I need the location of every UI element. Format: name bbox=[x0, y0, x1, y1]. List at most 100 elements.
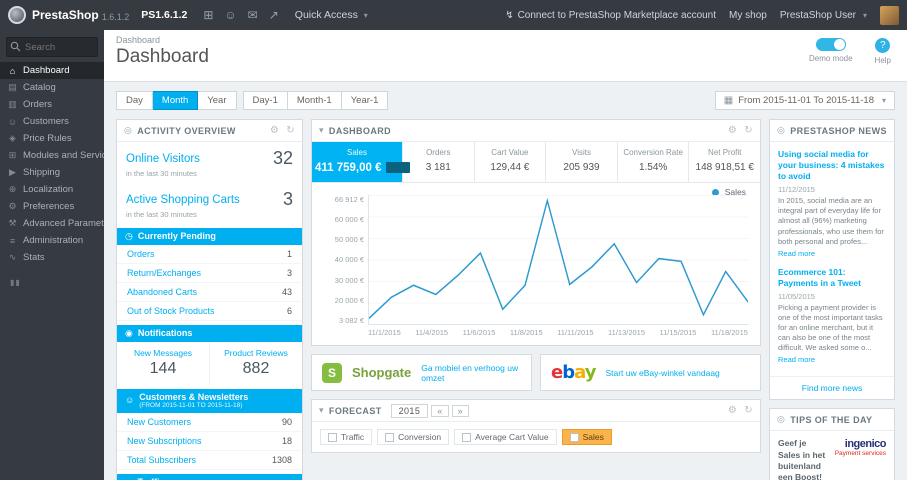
sidebar-item-preferences[interactable]: ⚙ Preferences bbox=[0, 198, 104, 215]
my-shop-link[interactable]: My shop bbox=[729, 10, 767, 21]
sidebar-item-label: Localization bbox=[23, 184, 74, 195]
article-title-link[interactable]: Using social media for your business: 4 … bbox=[778, 149, 886, 182]
shop-name-link[interactable]: PS1.6.1.2 bbox=[141, 9, 187, 21]
gear-icon[interactable]: ⚙ bbox=[728, 125, 737, 136]
help-icon[interactable]: ? bbox=[875, 38, 891, 53]
date-filter-bar: Day Month Year Day-1 Month-1 Year-1 ▦ Fr… bbox=[104, 82, 907, 117]
forecast-legend-label: Conversion bbox=[398, 432, 442, 442]
filter-day-1-button[interactable]: Day-1 bbox=[242, 91, 288, 110]
online-visitors-link[interactable]: Online Visitors bbox=[126, 153, 200, 165]
next-year-button[interactable]: » bbox=[451, 404, 470, 417]
forecast-legend-label: Average Cart Value bbox=[475, 432, 549, 442]
filter-month-button[interactable]: Month bbox=[152, 91, 199, 110]
pending-returns-link[interactable]: Return/Exchanges bbox=[127, 268, 201, 278]
kpi-net-profit-tab[interactable]: Net Profit 148 918,51 € bbox=[689, 142, 760, 182]
y-tick: 20 000 € bbox=[334, 295, 364, 305]
total-subscribers-link[interactable]: Total Subscribers bbox=[127, 455, 196, 465]
refresh-icon[interactable]: ↻ bbox=[286, 125, 295, 136]
new-customers-link[interactable]: New Customers bbox=[127, 417, 191, 427]
news-article: Ecommerce 101: Payments in a Tweet 11/05… bbox=[778, 267, 886, 365]
ingenico-brand: ingenico bbox=[844, 438, 887, 451]
product-reviews-cell[interactable]: Product Reviews 882 bbox=[209, 341, 302, 385]
customers-newsletters-title: Customers & Newsletters (FROM 2015-11-01… bbox=[139, 392, 248, 411]
quick-access-menu[interactable]: Quick Access ▾ bbox=[295, 9, 368, 21]
new-messages-cell[interactable]: New Messages 144 bbox=[117, 342, 209, 385]
price-rules-icon: ◈ bbox=[9, 133, 16, 143]
sidebar-item-label: Catalog bbox=[23, 82, 56, 93]
advanced-parameters-icon: ⚒ bbox=[8, 218, 17, 228]
avatar[interactable] bbox=[880, 5, 899, 25]
sidebar-item-localization[interactable]: ⊕ Localization bbox=[0, 181, 104, 198]
forecast-avg-cart-toggle[interactable]: Average Cart Value bbox=[454, 429, 557, 445]
kpi-sales-tab[interactable]: Sales 411 759,00 € bbox=[312, 142, 410, 182]
filter-year-1-button[interactable]: Year-1 bbox=[341, 91, 389, 110]
sidebar-item-dashboard[interactable]: ⌂ Dashboard bbox=[0, 62, 104, 79]
previous-year-button[interactable]: « bbox=[431, 404, 449, 417]
forecast-sales-toggle[interactable]: Sales bbox=[561, 429, 612, 445]
refresh-icon[interactable]: ↻ bbox=[744, 405, 753, 416]
kpi-value: 1.54% bbox=[638, 162, 668, 173]
find-more-news-link[interactable]: Find more news bbox=[770, 376, 894, 399]
sidebar-item-shipping[interactable]: ▶ Shipping bbox=[0, 164, 104, 181]
gear-icon[interactable]: ⚙ bbox=[728, 405, 737, 416]
sidebar-item-price-rules[interactable]: ◈ Price Rules bbox=[0, 130, 104, 147]
kpi-visits-tab[interactable]: Visits 205 939 bbox=[546, 142, 618, 182]
forecast-year-select[interactable]: 2015 bbox=[390, 403, 429, 418]
kpi-cart-value-tab[interactable]: Cart Value 129,44 € bbox=[475, 142, 547, 182]
sidebar-item-stats[interactable]: ∿ Stats bbox=[0, 249, 104, 266]
user-menu[interactable]: PrestaShop User ▾ bbox=[780, 10, 867, 21]
user-icon[interactable]: ☺ bbox=[224, 8, 236, 22]
sidebar-collapse-icon[interactable]: ▮▮ bbox=[10, 278, 104, 287]
date-range-picker[interactable]: ▦ From 2015-11-01 To 2015-11-18 ▾ bbox=[714, 91, 895, 110]
bullet-icon: ◎ bbox=[124, 125, 133, 135]
active-carts-link[interactable]: Active Shopping Carts bbox=[126, 194, 240, 206]
chevron-down-icon[interactable]: ▾ bbox=[319, 405, 324, 416]
stats-icon: ∿ bbox=[8, 252, 17, 262]
gear-icon[interactable]: ⚙ bbox=[270, 125, 279, 136]
kpi-tabs: Sales 411 759,00 € Orders 3 181 Cart Val… bbox=[312, 142, 760, 183]
sidebar-item-advanced-parameters[interactable]: ⚒ Advanced Parameters bbox=[0, 215, 104, 232]
forecast-traffic-toggle[interactable]: Traffic bbox=[320, 429, 373, 445]
new-subscriptions-link[interactable]: New Subscriptions bbox=[127, 436, 202, 446]
forecast-conversion-toggle[interactable]: Conversion bbox=[377, 429, 450, 445]
rocket-icon[interactable]: ↗ bbox=[269, 8, 279, 22]
ebay-letter: y bbox=[584, 362, 597, 383]
news-body: Using social media for your business: 4 … bbox=[770, 142, 894, 376]
brand-version: 1.6.1.2 bbox=[101, 12, 130, 22]
filter-month-1-button[interactable]: Month-1 bbox=[287, 91, 342, 110]
sidebar-item-catalog[interactable]: ▤ Catalog bbox=[0, 79, 104, 96]
shopgate-module: S Shopgate Ga mobiel en verhoog uw omzet bbox=[311, 354, 532, 391]
sidebar-item-modules[interactable]: ⊞ Modules and Services bbox=[0, 147, 104, 164]
online-visitors-row: Online Visitors 32 bbox=[117, 142, 302, 169]
kpi-label: Conversion Rate bbox=[623, 148, 683, 157]
out-of-stock-link[interactable]: Out of Stock Products bbox=[127, 306, 215, 316]
sidebar-item-customers[interactable]: ☺ Customers bbox=[0, 113, 104, 130]
sidebar-item-administration[interactable]: ≡ Administration bbox=[0, 232, 104, 249]
kpi-orders-tab[interactable]: Orders 3 181 bbox=[403, 142, 475, 182]
pending-orders-link[interactable]: Orders bbox=[127, 249, 155, 259]
bell-icon: ◉ bbox=[125, 327, 133, 338]
notifications-header: ◉ Notifications bbox=[117, 324, 302, 342]
refresh-icon[interactable]: ↻ bbox=[744, 125, 753, 136]
read-more-link[interactable]: Read more bbox=[778, 249, 886, 258]
filter-year-button[interactable]: Year bbox=[198, 91, 237, 110]
chart-plot-area[interactable] bbox=[368, 195, 748, 325]
help-label: Help bbox=[874, 56, 891, 65]
chevron-down-icon[interactable]: ▾ bbox=[319, 125, 324, 136]
shopgate-link[interactable]: Ga mobiel en verhoog uw omzet bbox=[421, 363, 521, 383]
demo-mode-toggle[interactable] bbox=[815, 38, 846, 51]
sidebar-item-orders[interactable]: ▥ Orders bbox=[0, 96, 104, 113]
read-more-link[interactable]: Read more bbox=[778, 355, 886, 364]
breadcrumb[interactable]: Dashboard bbox=[116, 35, 895, 45]
forecast-legend-label: Traffic bbox=[341, 432, 365, 442]
article-title-link[interactable]: Ecommerce 101: Payments in a Tweet bbox=[778, 267, 886, 289]
activity-panel-title: ACTIVITY OVERVIEW bbox=[137, 125, 236, 136]
marketplace-connect-link[interactable]: ↯ Connect to PrestaShop Marketplace acco… bbox=[505, 10, 716, 21]
kpi-conversion-rate-tab[interactable]: Conversion Rate 1.54% bbox=[618, 142, 690, 182]
mail-icon[interactable]: ✉ bbox=[248, 8, 258, 22]
abandoned-carts-link[interactable]: Abandoned Carts bbox=[127, 287, 197, 297]
module-promos: S Shopgate Ga mobiel en verhoog uw omzet… bbox=[311, 354, 761, 391]
filter-day-button[interactable]: Day bbox=[116, 91, 153, 110]
ebay-link[interactable]: Start uw eBay-winkel vandaag bbox=[605, 368, 719, 378]
cart-icon[interactable]: ⊞ bbox=[203, 8, 213, 22]
